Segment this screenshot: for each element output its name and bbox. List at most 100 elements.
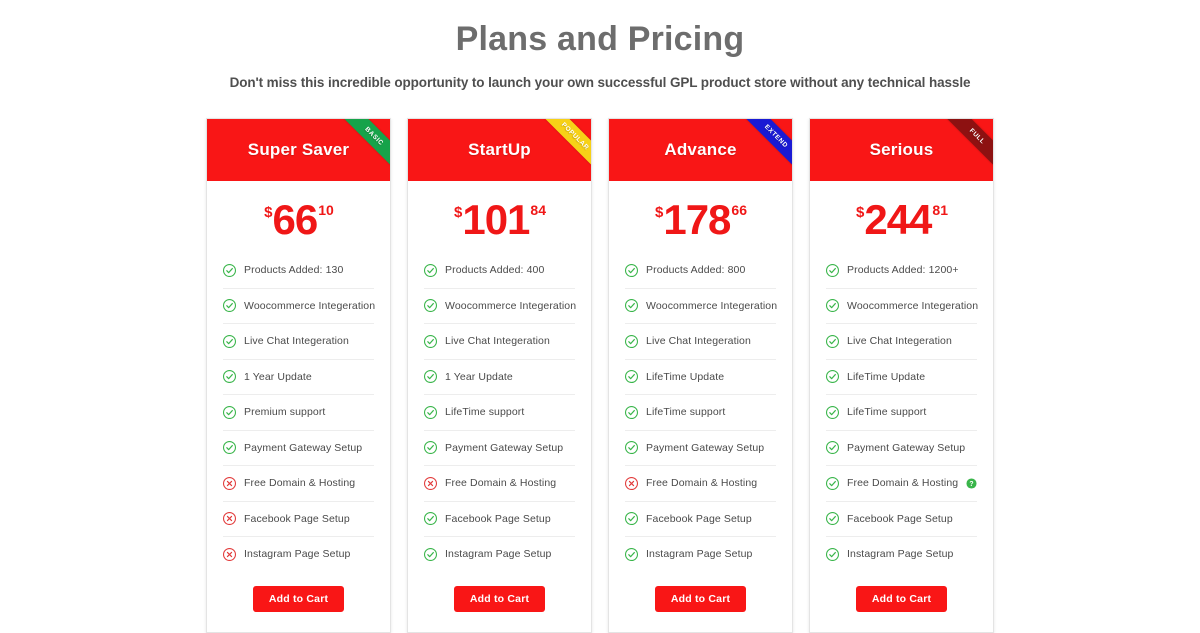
- feature-item: 1 Year Update: [424, 360, 575, 395]
- feature-item: Live Chat Integeration: [424, 324, 575, 360]
- plan-name: Serious: [869, 140, 934, 159]
- check-circle-icon: [223, 334, 236, 348]
- pricing-page: Plans and Pricing Don't miss this incred…: [0, 0, 1200, 633]
- feature-item: LifeTime support: [424, 395, 575, 431]
- feature-label: Products Added: 1200+: [847, 264, 959, 277]
- check-circle-icon: [424, 263, 437, 277]
- add-to-cart-button[interactable]: Add to Cart: [855, 585, 948, 612]
- feature-label: Facebook Page Setup: [244, 512, 350, 525]
- feature-item: Products Added: 400: [424, 253, 575, 289]
- check-circle-icon: [424, 334, 437, 348]
- feature-label: Instagram Page Setup: [646, 548, 753, 561]
- pricing-cards-row: Super Saver BASIC $6610 Products Added: 130…: [0, 118, 1200, 633]
- feature-item: Free Domain & Hosting: [625, 466, 776, 502]
- feature-item: Woocommerce Integeration: [826, 289, 979, 324]
- cross-circle-icon: [223, 512, 236, 526]
- feature-item: Free Domain & Hosting: [223, 466, 374, 502]
- page-title: Plans and Pricing: [455, 20, 745, 58]
- feature-label: Live Chat Integeration: [445, 335, 550, 348]
- cta-block: Add to Cart: [810, 572, 993, 632]
- help-question-icon[interactable]: ?: [966, 478, 977, 489]
- feature-label: Free Domain & Hosting: [646, 477, 758, 490]
- pricing-card: Advance EXTEND $17866 Products Added: 800 Wo…: [608, 118, 793, 633]
- price: $10184: [454, 196, 546, 243]
- cross-circle-icon: [223, 547, 236, 561]
- feature-label: Free Domain & Hosting: [847, 477, 959, 490]
- add-to-cart-button[interactable]: Add to Cart: [252, 585, 345, 612]
- price: $24481: [856, 199, 948, 241]
- check-circle-icon: [424, 405, 437, 419]
- feature-label: Payment Gateway Setup: [847, 441, 966, 454]
- feature-help-tooltip[interactable]: ?: [966, 478, 977, 489]
- price-amount: 101: [462, 196, 530, 243]
- feature-item: Facebook Page Setup: [826, 502, 977, 537]
- feature-label: Payment Gateway Setup: [244, 441, 363, 454]
- price-amount: 178: [663, 196, 731, 243]
- ribbon-label: BASIC: [363, 125, 385, 148]
- feature-item: LifeTime support: [625, 395, 776, 431]
- feature-list: Products Added: 400 Woocommerce Integerat…: [408, 253, 591, 572]
- price: $6610: [264, 199, 334, 241]
- feature-label: LifeTime Update: [847, 370, 926, 383]
- cta-block: Add to Cart: [609, 572, 792, 632]
- feature-label: Live Chat Integeration: [244, 335, 349, 348]
- cross-circle-icon: [424, 476, 437, 490]
- price-block: $6610: [207, 181, 390, 253]
- check-circle-icon: [625, 547, 638, 561]
- check-circle-icon: [625, 263, 638, 277]
- pricing-card: Serious FULL $24481 Products Added: 1200+ Wo…: [809, 118, 994, 633]
- feature-label: Woocommerce Integeration: [847, 299, 979, 312]
- ribbon-label: EXTEND: [762, 123, 790, 150]
- cta-block: Add to Cart: [207, 572, 390, 632]
- check-circle-icon: [625, 405, 638, 419]
- check-circle-icon: [223, 441, 236, 455]
- check-circle-icon: [424, 512, 437, 526]
- check-circle-icon: [223, 370, 236, 384]
- feature-label: LifeTime support: [445, 406, 525, 419]
- add-to-cart-button[interactable]: Add to Cart: [453, 585, 546, 612]
- price-currency: $: [454, 204, 463, 221]
- card-header: Advance EXTEND: [609, 119, 792, 181]
- feature-list: Products Added: 130 Woocommerce Integerat…: [207, 253, 390, 572]
- check-circle-icon: [625, 512, 638, 526]
- feature-label: Live Chat Integeration: [646, 335, 751, 348]
- ribbon-label: FULL: [967, 127, 987, 146]
- feature-label: 1 Year Update: [244, 370, 312, 383]
- feature-label: 1 Year Update: [445, 370, 513, 383]
- check-circle-icon: [424, 370, 437, 384]
- feature-item: Premium support: [223, 395, 374, 431]
- feature-item: Free Domain & Hosting: [424, 466, 575, 502]
- price-cents: 10: [318, 202, 334, 218]
- feature-label: Instagram Page Setup: [847, 548, 954, 561]
- price-currency: $: [856, 204, 865, 221]
- add-to-cart-button[interactable]: Add to Cart: [654, 585, 747, 612]
- feature-item: Live Chat Integeration: [223, 324, 374, 360]
- feature-item: Instagram Page Setup: [826, 537, 977, 572]
- feature-label: Products Added: 800: [646, 264, 746, 277]
- check-circle-icon: [826, 334, 839, 348]
- feature-label: Facebook Page Setup: [646, 512, 752, 525]
- feature-list: Products Added: 1200+ Woocommerce Integer…: [810, 253, 993, 572]
- feature-label: Live Chat Integeration: [847, 335, 952, 348]
- feature-item: Live Chat Integeration: [826, 324, 977, 360]
- feature-item: Payment Gateway Setup: [424, 431, 575, 466]
- feature-item: Facebook Page Setup: [424, 502, 575, 537]
- check-circle-icon: [424, 547, 437, 561]
- feature-label: Free Domain & Hosting: [244, 477, 356, 490]
- feature-item: Products Added: 130: [223, 253, 374, 289]
- feature-label: Woocommerce Integeration: [445, 299, 577, 312]
- price-currency: $: [264, 204, 273, 221]
- feature-label: LifeTime support: [847, 406, 927, 419]
- feature-label: Payment Gateway Setup: [646, 441, 765, 454]
- page-subtitle: Don't miss this incredible opportunity t…: [229, 74, 971, 90]
- check-circle-icon: [625, 334, 638, 348]
- page-header: Plans and Pricing Don't miss this incred…: [0, 0, 1200, 90]
- feature-label: Payment Gateway Setup: [445, 441, 564, 454]
- check-circle-icon: [424, 441, 437, 455]
- cta-block: Add to Cart: [408, 572, 591, 632]
- feature-label: Facebook Page Setup: [847, 512, 953, 525]
- corner-ribbon: FULL: [938, 119, 993, 176]
- check-circle-icon: [826, 263, 839, 277]
- plan-name: Super Saver: [247, 140, 350, 159]
- feature-item: Live Chat Integeration: [625, 324, 776, 360]
